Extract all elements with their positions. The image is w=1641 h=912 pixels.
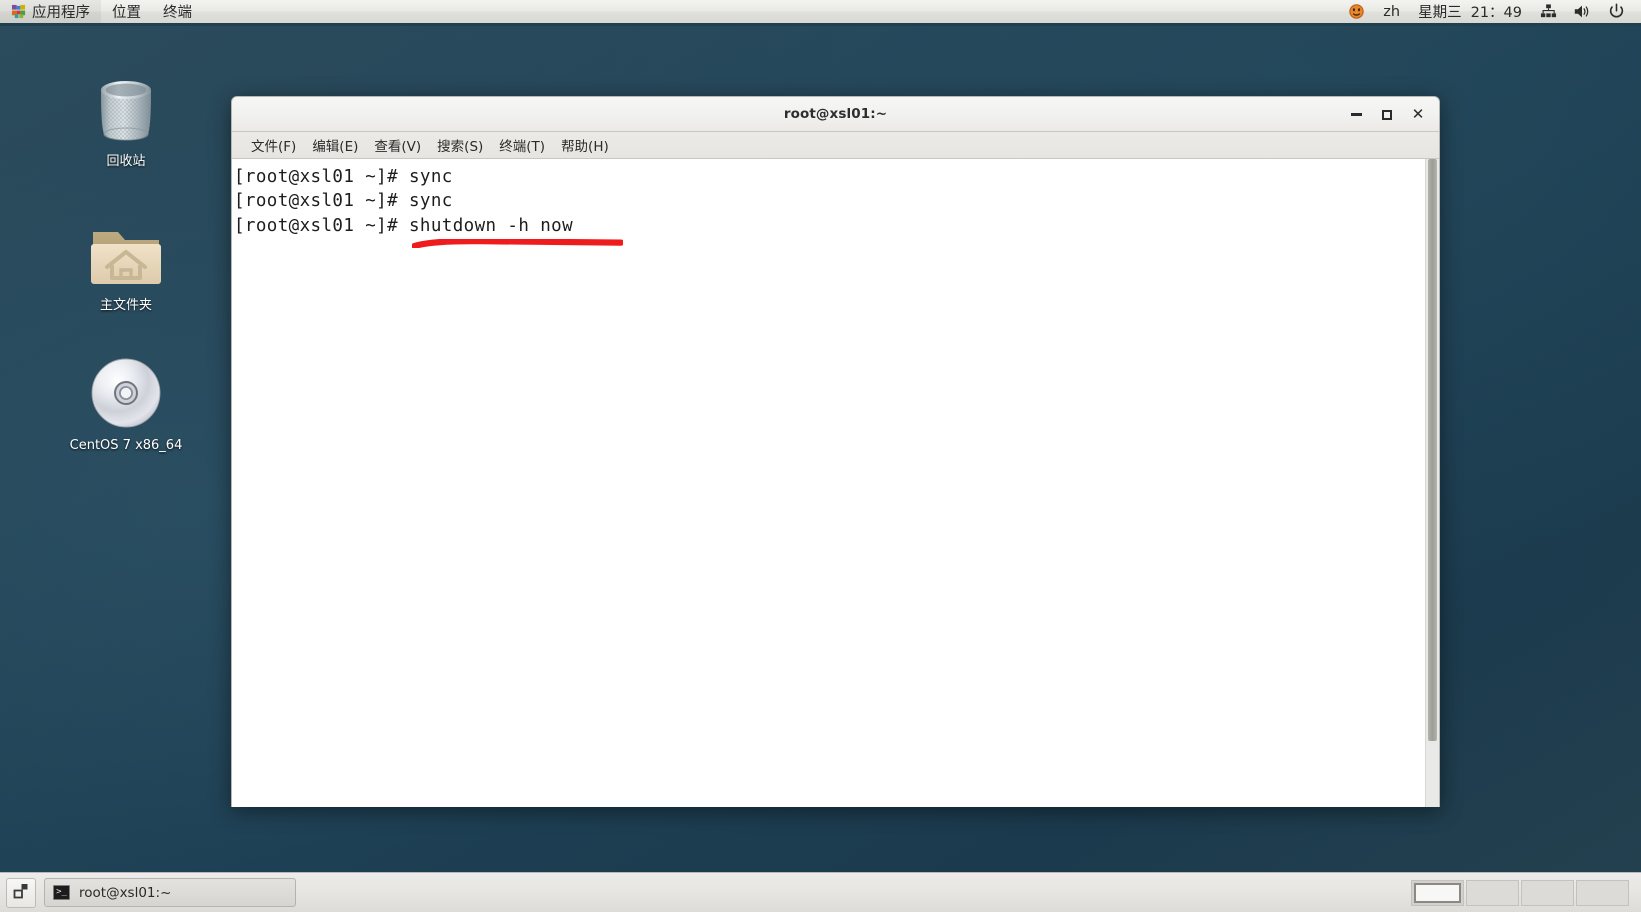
- volume-icon: [1572, 2, 1592, 22]
- top-panel: 应用程序 位置 终端 zh 星期三 21：49: [0, 0, 1641, 26]
- show-desktop-button[interactable]: [6, 877, 36, 908]
- clock-time: 21：49: [1470, 5, 1522, 21]
- show-desktop-icon: [12, 882, 30, 904]
- desktop[interactable]: 应用程序 位置 终端 zh 星期三 21：49 回收站 主文件夹 CentOS …: [0, 0, 1641, 912]
- menu-help[interactable]: 帮助(H): [553, 132, 617, 158]
- workspace-switcher: [1411, 879, 1635, 906]
- places-menu[interactable]: 位置: [101, 0, 152, 23]
- top-panel-menus: 应用程序 位置 终端: [0, 0, 203, 23]
- cd-disc-icon: [87, 356, 165, 432]
- terminal-scrollbar[interactable]: [1425, 159, 1439, 807]
- desktop-icon-trash[interactable]: 回收站: [66, 72, 186, 170]
- gnome-footprint-icon: [11, 4, 26, 19]
- applications-menu-label: 应用程序: [32, 5, 90, 21]
- orange-smiley-icon: [1346, 2, 1366, 22]
- close-button[interactable]: ✕: [1405, 103, 1431, 127]
- taskbar-task-terminal[interactable]: >_ root@xsl01:~: [44, 878, 296, 907]
- workspace-3[interactable]: [1521, 879, 1574, 906]
- network-icon: [1538, 2, 1558, 22]
- menu-view[interactable]: 查看(V): [366, 132, 429, 158]
- taskbar-task-label: root@xsl01:~: [79, 884, 172, 901]
- terminal-body[interactable]: [root@xsl01 ~]# sync [root@xsl01 ~]# syn…: [232, 159, 1439, 807]
- menu-file[interactable]: 文件(F): [243, 132, 304, 158]
- workspace-2[interactable]: [1466, 879, 1519, 906]
- clock[interactable]: 星期三 21：49: [1409, 0, 1531, 23]
- close-icon: ✕: [1411, 105, 1425, 123]
- volume-indicator[interactable]: [1565, 0, 1599, 23]
- menu-edit[interactable]: 编辑(E): [304, 132, 366, 158]
- power-menu[interactable]: [1599, 0, 1633, 23]
- applications-menu[interactable]: 应用程序: [0, 0, 101, 23]
- window-title-bar[interactable]: root@xsl01:~ ✕: [232, 97, 1439, 132]
- home-folder-icon: [87, 216, 165, 292]
- maximize-button[interactable]: [1374, 103, 1400, 127]
- desktop-icon-centos-disc-label: CentOS 7 x86_64: [69, 438, 183, 453]
- trash-icon: [89, 72, 163, 148]
- window-controls: ✕: [1343, 97, 1431, 132]
- menu-terminal[interactable]: 终端(T): [491, 132, 553, 158]
- terminal-menu-label: 终端: [163, 5, 192, 21]
- clock-day: 星期三: [1418, 5, 1462, 21]
- input-method-label: zh: [1383, 3, 1401, 20]
- window-title: root@xsl01:~: [783, 106, 888, 122]
- terminal-output[interactable]: [root@xsl01 ~]# sync [root@xsl01 ~]# syn…: [232, 159, 1425, 807]
- power-icon: [1606, 2, 1626, 22]
- system-tray: zh 星期三 21：49: [1338, 0, 1641, 23]
- minimize-icon: [1350, 113, 1362, 116]
- terminal-scrollbar-thumb[interactable]: [1428, 159, 1437, 741]
- terminal-menu[interactable]: 终端: [152, 0, 203, 23]
- desktop-icon-home-label: 主文件夹: [99, 298, 152, 313]
- terminal-icon: >_: [53, 885, 70, 900]
- notification-indicator[interactable]: [1338, 0, 1374, 23]
- terminal-window[interactable]: root@xsl01:~ ✕ 文件(F) 编辑(E) 查看(V) 搜索(S) 终…: [231, 96, 1440, 807]
- workspace-4[interactable]: [1576, 879, 1629, 906]
- desktop-icon-trash-label: 回收站: [106, 154, 146, 169]
- terminal-menu-bar: 文件(F) 编辑(E) 查看(V) 搜索(S) 终端(T) 帮助(H): [232, 132, 1439, 159]
- taskbar: >_ root@xsl01:~: [0, 872, 1641, 912]
- minimize-button[interactable]: [1343, 103, 1369, 127]
- maximize-icon: [1382, 109, 1392, 120]
- desktop-icon-home[interactable]: 主文件夹: [66, 216, 186, 314]
- places-menu-label: 位置: [112, 5, 141, 21]
- menu-search[interactable]: 搜索(S): [429, 132, 491, 158]
- input-method-indicator[interactable]: zh: [1374, 0, 1409, 23]
- desktop-icon-centos-disc[interactable]: CentOS 7 x86_64: [66, 356, 186, 454]
- workspace-1[interactable]: [1411, 879, 1464, 906]
- network-indicator[interactable]: [1531, 0, 1565, 23]
